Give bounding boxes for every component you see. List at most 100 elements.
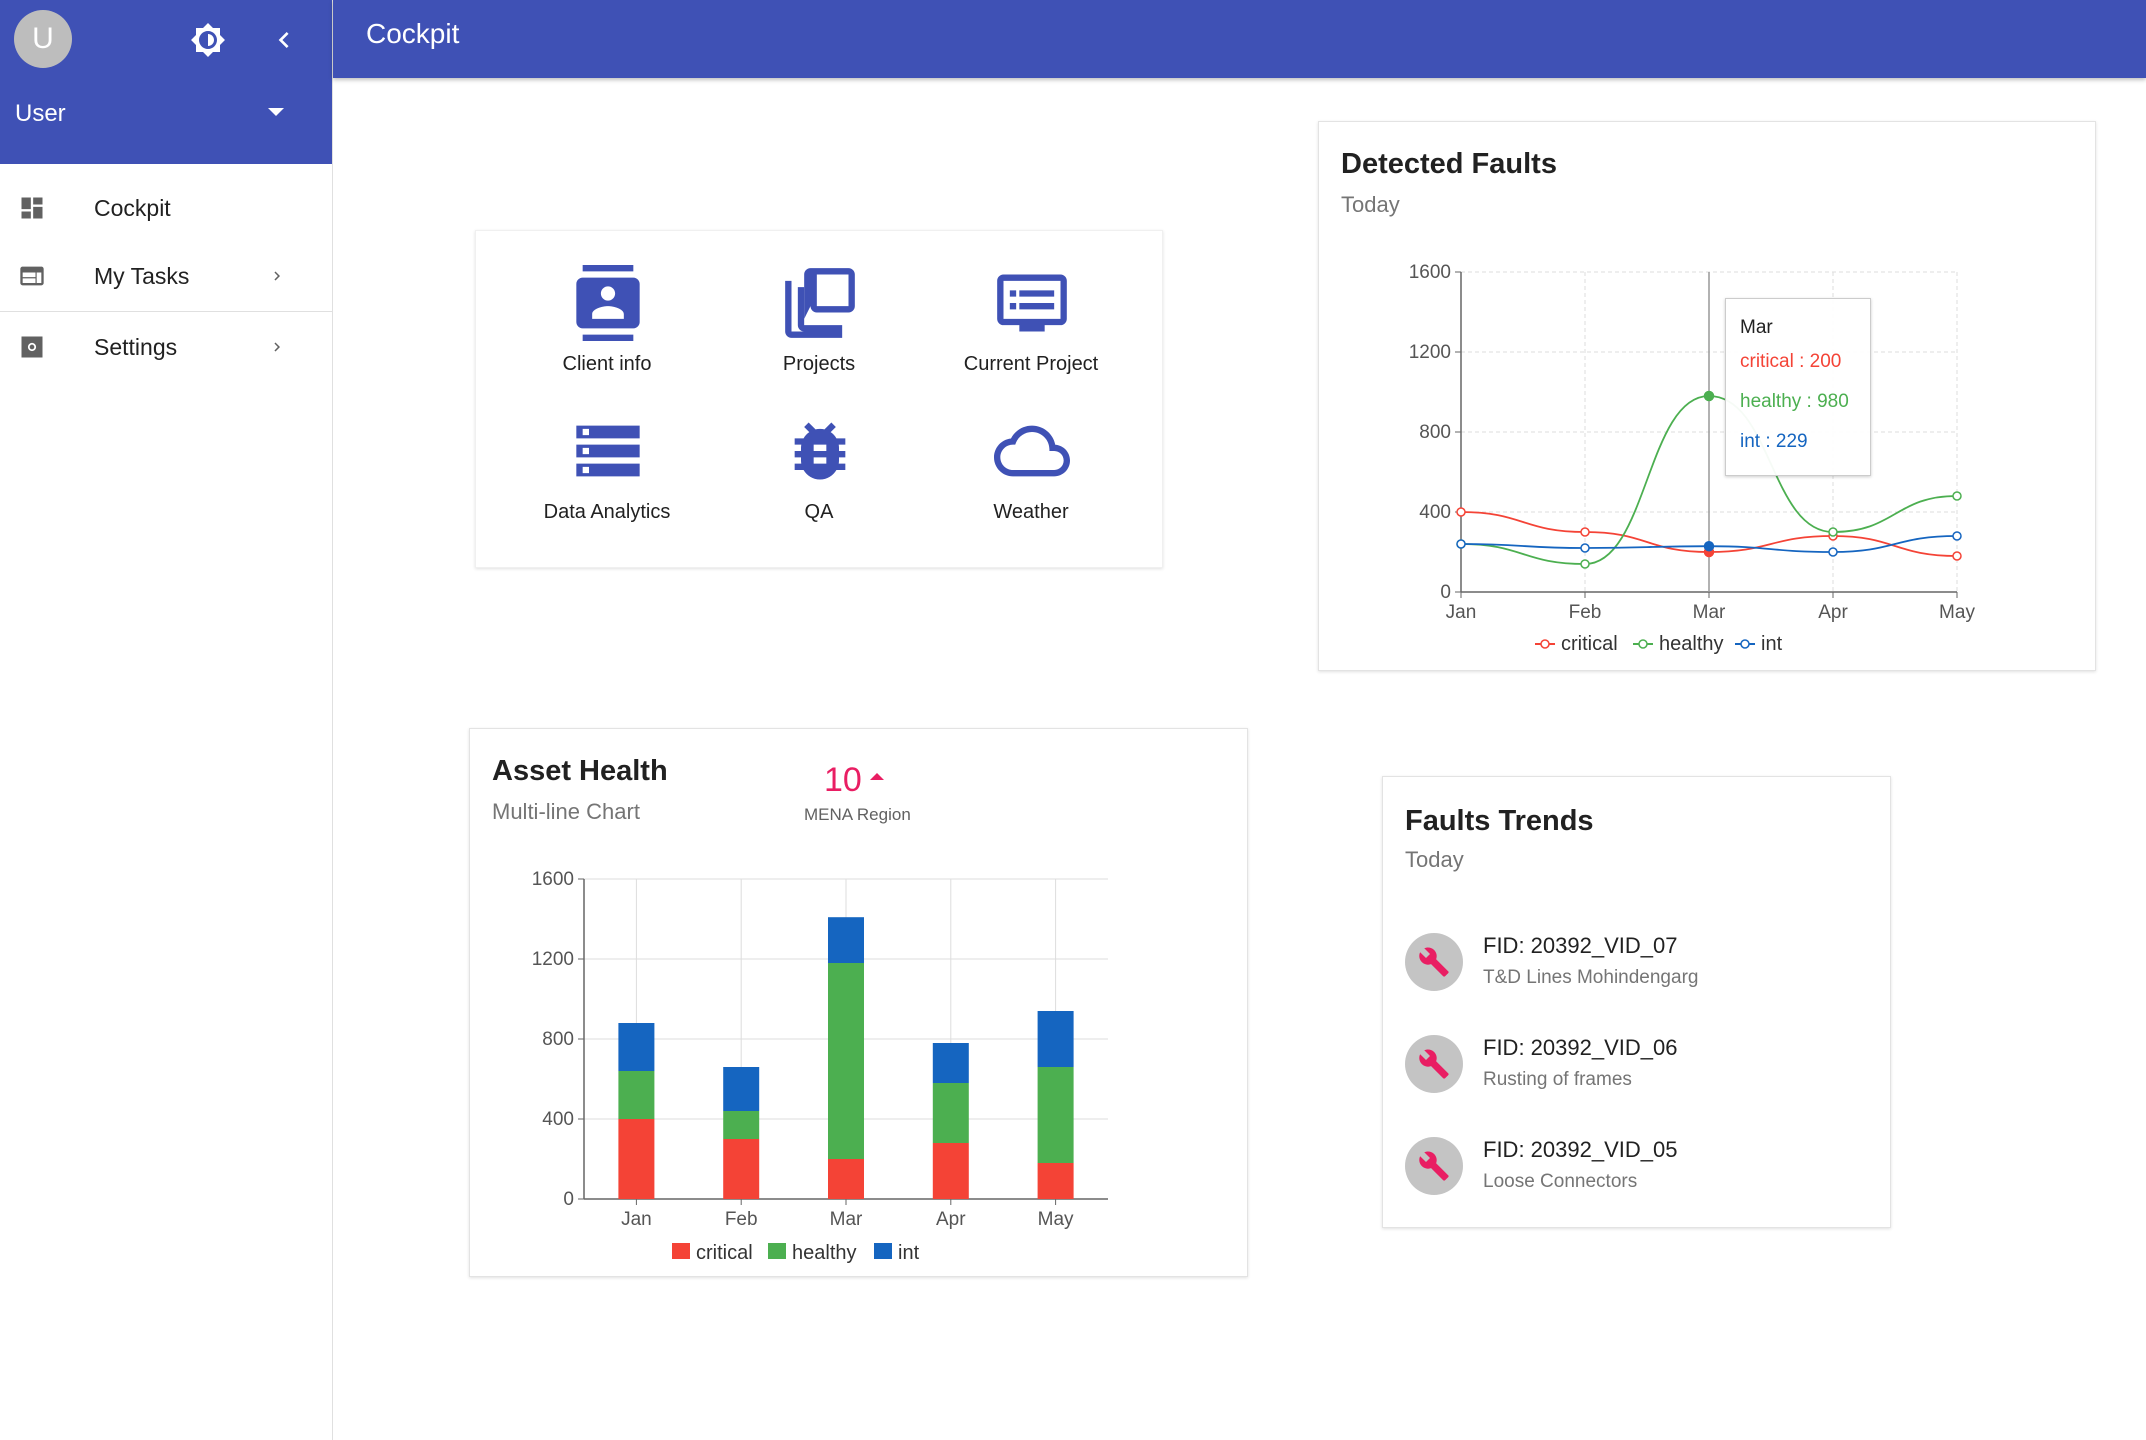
- sidebar-item-settings[interactable]: Settings: [0, 313, 332, 381]
- tile-label: QA: [804, 501, 834, 523]
- tile-client-info[interactable]: Client info: [502, 265, 712, 405]
- bar-healthy: [1037, 1067, 1074, 1163]
- data-point-healthy: [1580, 559, 1590, 569]
- x-tick-label: Apr: [936, 1209, 966, 1230]
- asset-health-bar-chart: 0 400 800 1200 1600 Jan Feb Mar Apr May critical he…: [532, 869, 1108, 1264]
- data-point-int: [1580, 543, 1590, 553]
- contact-card-icon: [576, 265, 640, 341]
- wrench-icon: [1419, 1151, 1449, 1181]
- legend-label: int: [898, 1242, 920, 1264]
- tooltip-month: Mar: [1740, 317, 1773, 338]
- dashboard-icon: [21, 197, 43, 219]
- tile-data-analytics[interactable]: Data Analytics: [502, 413, 712, 553]
- tile-label: Projects: [782, 353, 856, 375]
- data-point-healthy: [1952, 491, 1962, 501]
- sidebar-item-label: Settings: [94, 333, 178, 360]
- tile-label: Weather: [993, 501, 1069, 523]
- chevron-left-icon[interactable]: [268, 24, 300, 56]
- tile-label: Current Project: [963, 353, 1099, 375]
- x-tick-label: May: [1939, 602, 1975, 623]
- x-tick-label: Apr: [1818, 602, 1848, 623]
- legend-marker-healthy: [1638, 639, 1648, 649]
- monitor-list-icon: [997, 274, 1067, 332]
- chart-tooltip: Mar critical : 200 healthy : 980 int : 2…: [1725, 298, 1871, 476]
- x-tick-label: Jan: [1446, 602, 1477, 623]
- bar-critical: [932, 1143, 969, 1199]
- bar-int: [932, 1043, 969, 1083]
- tile-label: Client info: [562, 353, 652, 375]
- tooltip-int: int : 229: [1740, 431, 1808, 452]
- legend-label: healthy: [1659, 633, 1724, 655]
- tile-label: Data Analytics: [543, 501, 671, 523]
- app-bar: Cockpit: [333, 0, 2146, 78]
- x-tick-label: Mar: [830, 1209, 863, 1230]
- bar-healthy: [828, 963, 864, 1159]
- chevron-right-icon: [274, 342, 280, 352]
- fault-item[interactable]: FID: 20392_VID_06 Rusting of frames: [1383, 1035, 1883, 1115]
- fault-description: Loose Connectors: [1483, 1171, 1638, 1192]
- legend-swatch-critical: [672, 1243, 690, 1259]
- collections-icon: [785, 268, 855, 338]
- cloud-icon: [994, 425, 1070, 477]
- sidebar-item-label: My Tasks: [94, 262, 190, 289]
- detected-faults-card: Detected Faults Today 0 400 800 1200 1600 Jan…: [1318, 121, 2096, 671]
- data-point-int: [1456, 539, 1466, 549]
- bar-critical: [828, 1159, 864, 1199]
- legend-swatch-healthy: [768, 1243, 786, 1259]
- x-tick-label: Feb: [1569, 602, 1602, 623]
- user-name[interactable]: User: [15, 100, 66, 128]
- data-point-healthy: [1703, 390, 1715, 402]
- y-tick-label: 800: [1419, 422, 1451, 443]
- detected-faults-line-chart: 0 400 800 1200 1600 Jan Feb Mar Apr May critical he…: [1409, 262, 1976, 655]
- y-tick-label: 400: [1419, 502, 1451, 523]
- wrench-icon: [1419, 1049, 1449, 1079]
- avatar[interactable]: U: [14, 10, 72, 68]
- tile-qa[interactable]: QA: [714, 413, 924, 553]
- sidebar-item-cockpit[interactable]: Cockpit: [0, 174, 332, 242]
- storage-icon: [576, 425, 640, 477]
- tile-current-project[interactable]: Current Project: [926, 265, 1136, 405]
- y-tick-label: 400: [542, 1109, 574, 1130]
- app-launcher-card: Client info Projects Current Project Dat…: [475, 230, 1163, 568]
- bar-int: [828, 917, 864, 963]
- settings-icon: [21, 336, 43, 358]
- bar-int: [618, 1023, 655, 1071]
- tooltip-healthy: healthy : 980: [1740, 391, 1849, 412]
- y-tick-label: 1200: [1409, 342, 1451, 363]
- tile-projects[interactable]: Projects: [714, 265, 924, 405]
- caret-down-icon[interactable]: [268, 108, 284, 116]
- card-title: Faults Trends: [1405, 805, 1594, 837]
- chevron-right-icon: [274, 271, 280, 281]
- bar-critical: [723, 1139, 760, 1199]
- sidebar-item-my-tasks[interactable]: My Tasks: [0, 242, 332, 310]
- data-point-int: [1828, 547, 1838, 557]
- legend-label: int: [1761, 633, 1783, 655]
- fault-description: T&D Lines Mohindengarg: [1483, 967, 1699, 988]
- data-point-critical: [1580, 527, 1590, 537]
- data-point-critical: [1456, 507, 1466, 517]
- y-tick-label: 0: [1440, 582, 1451, 603]
- x-tick-label: Feb: [725, 1209, 758, 1230]
- bar-int: [1037, 1011, 1074, 1067]
- fault-item[interactable]: FID: 20392_VID_07 T&D Lines Mohindengarg: [1383, 933, 1883, 1013]
- brightness-icon[interactable]: [190, 22, 226, 58]
- y-tick-label: 800: [542, 1029, 574, 1050]
- y-tick-label: 1600: [532, 869, 574, 890]
- y-tick-label: 1600: [1409, 262, 1451, 283]
- data-point-int: [1952, 531, 1962, 541]
- sidebar: U User Cockpit My Tasks Settings: [0, 0, 333, 1440]
- legend-marker-int: [1740, 639, 1750, 649]
- bar-critical: [1037, 1163, 1074, 1199]
- bar-healthy: [932, 1083, 969, 1143]
- y-tick-label: 0: [563, 1189, 574, 1210]
- web-icon: [20, 266, 44, 286]
- bug-icon: [794, 422, 846, 480]
- fault-item[interactable]: FID: 20392_VID_05 Loose Connectors: [1383, 1137, 1883, 1217]
- wrench-icon: [1419, 947, 1449, 977]
- fault-id: FID: 20392_VID_06: [1483, 1035, 1678, 1060]
- tile-weather[interactable]: Weather: [926, 413, 1136, 553]
- page-title: Cockpit: [366, 18, 460, 49]
- x-tick-label: Jan: [621, 1209, 652, 1230]
- sidebar-item-label: Cockpit: [94, 194, 171, 221]
- bar-int: [723, 1067, 760, 1111]
